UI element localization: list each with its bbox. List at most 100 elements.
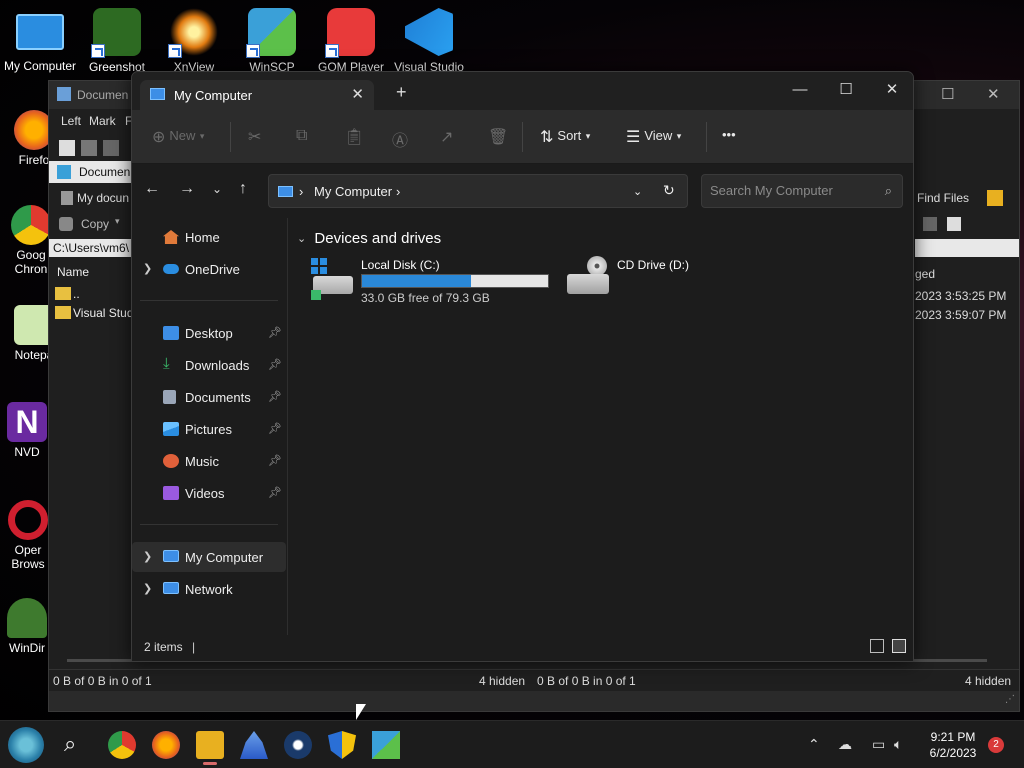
steam-icon[interactable] bbox=[284, 731, 312, 759]
pin-icon[interactable]: 📌︎ bbox=[268, 326, 282, 339]
desktop-icon-winscp[interactable]: WinSCP bbox=[234, 8, 310, 74]
drive-item-cd-drive-d[interactable]: CD Drive (D:) bbox=[565, 256, 705, 308]
paste-icon[interactable]: 📋︎ bbox=[344, 127, 364, 147]
pin-icon[interactable]: 📌︎ bbox=[268, 454, 282, 467]
desktop-icon-xnview[interactable]: XnView bbox=[156, 8, 232, 74]
chrome-icon[interactable] bbox=[108, 731, 136, 759]
sidebar-item-home[interactable]: Home bbox=[132, 222, 286, 252]
new-tab-icon[interactable]: + bbox=[396, 83, 407, 101]
search-icon[interactable]: ⌕ bbox=[64, 731, 92, 759]
folder-tree-icon[interactable] bbox=[987, 190, 1003, 206]
desktop-icon-my-computer[interactable]: My Computer bbox=[2, 8, 78, 73]
chevron-down-icon[interactable]: ⌄ bbox=[633, 185, 642, 198]
clock[interactable]: 9:21 PM 6/2/2023 bbox=[918, 729, 988, 761]
sidebar-item-desktop[interactable]: Desktop 📌︎ bbox=[132, 318, 286, 348]
rename-icon[interactable]: Ⓐ bbox=[392, 127, 408, 151]
chevron-right-icon[interactable]: ❯ bbox=[143, 262, 152, 275]
sidebar-item-pictures[interactable]: Pictures 📌︎ bbox=[132, 414, 286, 444]
table-row[interactable]: 2023 3:59:07 PM bbox=[915, 306, 1019, 324]
bg-command-line[interactable]: ⋰ bbox=[49, 691, 1019, 711]
pin-icon[interactable]: 📌︎ bbox=[268, 486, 282, 499]
winscp-icon[interactable] bbox=[372, 731, 400, 759]
close-icon[interactable]: ✕ bbox=[987, 85, 1000, 103]
bg-find-files[interactable]: Find Files bbox=[915, 187, 1019, 209]
sidebar-item-network[interactable]: ❯ Network bbox=[132, 574, 286, 604]
bg-right-column-header[interactable]: ged bbox=[915, 265, 1019, 283]
file-explorer-icon[interactable] bbox=[196, 731, 224, 765]
desktop-icon-greenshot[interactable]: Greenshot bbox=[79, 8, 155, 74]
cut-icon[interactable]: ✂ bbox=[248, 127, 261, 147]
start-button[interactable] bbox=[8, 727, 44, 763]
desktop-icon-opera[interactable]: Oper Brows bbox=[6, 500, 50, 571]
bg-copy-button[interactable]: Copy ▾ bbox=[49, 213, 133, 235]
desktop-icon-nvda[interactable]: N NVD bbox=[6, 402, 48, 459]
toolbar-icon[interactable] bbox=[81, 140, 97, 156]
bg-path-item[interactable]: My docun bbox=[49, 187, 133, 209]
refresh-icon[interactable]: ↻ bbox=[663, 182, 675, 199]
bg-path-bar[interactable]: C:\Users\vm6\ bbox=[49, 239, 133, 257]
recent-locations-icon[interactable]: ⌄ bbox=[212, 182, 222, 196]
table-row[interactable]: 2023 3:53:25 PM bbox=[915, 287, 1019, 305]
network-icon[interactable]: ▭ bbox=[872, 736, 885, 753]
pin-icon[interactable]: 📌︎ bbox=[268, 390, 282, 403]
firefox-icon[interactable] bbox=[152, 731, 180, 759]
bg-column-header[interactable]: Name bbox=[49, 261, 133, 281]
up-arrow-icon[interactable]: ↑ bbox=[239, 180, 247, 198]
sort-button[interactable]: ⇅ Sort ▾ bbox=[540, 127, 590, 147]
maximize-icon[interactable]: ☐ bbox=[826, 78, 866, 104]
minimize-icon[interactable]: — bbox=[780, 78, 820, 104]
delete-icon[interactable]: 🗑︎ bbox=[488, 127, 508, 147]
details-view-icon[interactable] bbox=[870, 639, 884, 653]
desktop-icon-windirstat[interactable]: WinDir bbox=[6, 598, 48, 655]
bg-right-path-bar[interactable] bbox=[915, 239, 1019, 257]
chevron-up-icon[interactable]: ⌃ bbox=[808, 736, 820, 753]
sidebar-item-videos[interactable]: Videos 📌︎ bbox=[132, 478, 286, 508]
maximize-icon[interactable]: ☐ bbox=[941, 85, 954, 103]
tiles-view-icon[interactable] bbox=[892, 639, 906, 653]
desktop-icon-visual-studio[interactable]: Visual Studio bbox=[391, 8, 467, 74]
bg-tab-documents[interactable]: Documen bbox=[49, 161, 133, 183]
onedrive-offline-icon[interactable]: ☁︎ bbox=[838, 736, 852, 753]
sidebar-item-downloads[interactable]: ⤓ Downloads 📌︎ bbox=[132, 350, 286, 380]
explorer-titlebar[interactable]: My Computer ✕ + — ☐ ✕ bbox=[132, 72, 913, 110]
close-tab-icon[interactable]: ✕ bbox=[351, 85, 364, 103]
app-icon[interactable] bbox=[240, 731, 268, 759]
pin-icon[interactable]: 📌︎ bbox=[268, 422, 282, 435]
volume-icon[interactable]: 🔈︎ bbox=[894, 736, 902, 753]
toolbar-icon[interactable] bbox=[103, 140, 119, 156]
table-row[interactable]: Visual Stud bbox=[49, 304, 134, 322]
copy-icon[interactable]: ⧉ bbox=[296, 127, 307, 145]
new-button[interactable]: ⊕ New ▾ bbox=[152, 127, 204, 147]
drive-item-local-disk-c[interactable]: Local Disk (C:) 33.0 GB free of 79.3 GB bbox=[309, 258, 559, 308]
more-options-button[interactable]: ••• bbox=[722, 127, 736, 142]
view-button[interactable]: ☰ View ▾ bbox=[626, 127, 681, 147]
sidebar-item-my-computer[interactable]: ❯ My Computer bbox=[132, 542, 286, 572]
back-arrow-icon[interactable]: ← bbox=[144, 180, 160, 198]
search-box[interactable]: ⌕ bbox=[701, 174, 903, 208]
search-input[interactable] bbox=[710, 183, 870, 198]
share-icon[interactable]: ↗ bbox=[440, 127, 453, 147]
sidebar-item-documents[interactable]: Documents 📌︎ bbox=[132, 382, 286, 412]
resize-grip-icon[interactable]: ⋰ bbox=[1005, 694, 1015, 705]
pin-icon[interactable]: 📌︎ bbox=[268, 358, 282, 371]
shield-icon[interactable] bbox=[328, 731, 356, 759]
toolbar-icon[interactable] bbox=[923, 217, 937, 231]
desktop-icon-gom-player[interactable]: GOM Player bbox=[313, 8, 389, 74]
chevron-right-icon[interactable]: ❯ bbox=[143, 550, 152, 563]
group-header-devices[interactable]: ⌄ Devices and drives bbox=[297, 230, 441, 247]
forward-arrow-icon[interactable]: → bbox=[179, 180, 195, 198]
menu-mark[interactable]: Mark bbox=[89, 114, 116, 128]
sidebar-item-onedrive[interactable]: ❯ OneDrive bbox=[132, 254, 286, 284]
close-window-icon[interactable]: ✕ bbox=[872, 78, 912, 104]
table-row[interactable]: .. bbox=[49, 285, 133, 303]
sidebar-item-music[interactable]: Music 📌︎ bbox=[132, 446, 286, 476]
menu-left[interactable]: Left bbox=[61, 114, 81, 128]
address-location[interactable]: My Computer bbox=[314, 184, 392, 199]
address-bar[interactable]: › My Computer › ⌄ ↻ bbox=[268, 174, 688, 208]
notification-badge[interactable]: 2 bbox=[988, 737, 1004, 753]
filter-icon[interactable] bbox=[947, 217, 961, 231]
file-explorer-window[interactable]: My Computer ✕ + — ☐ ✕ ⊕ New ▾ ✂ ⧉ 📋︎ Ⓐ ↗ … bbox=[131, 71, 914, 662]
toolbar-icon[interactable] bbox=[59, 140, 75, 156]
explorer-tab-my-computer[interactable]: My Computer ✕ bbox=[140, 80, 374, 110]
chevron-right-icon[interactable]: ❯ bbox=[143, 582, 152, 595]
